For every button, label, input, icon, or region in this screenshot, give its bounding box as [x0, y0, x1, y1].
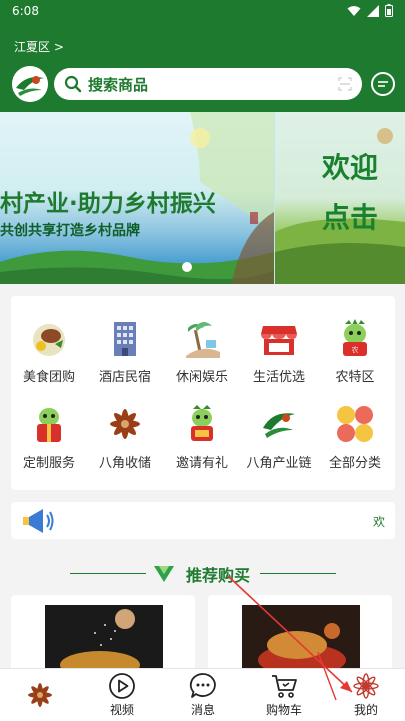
shop-icon	[261, 326, 297, 355]
category-anise-storage[interactable]: 八角收储	[87, 404, 163, 471]
title-divider-left	[70, 573, 146, 574]
app-header: 6:08 江夏区 > 搜索商品	[0, 0, 405, 112]
tab-label: 视频	[109, 703, 134, 717]
tab-home[interactable]	[10, 669, 70, 721]
section-title: 推荐购买	[186, 566, 251, 585]
category-custom-service[interactable]: 定制服务	[11, 404, 87, 471]
battery-icon	[385, 4, 393, 17]
tab-profile[interactable]: 我的	[336, 669, 396, 721]
chat-icon	[189, 673, 216, 698]
product-card[interactable]	[208, 595, 392, 675]
product-image	[242, 605, 360, 675]
product-image	[45, 605, 163, 675]
home-anise-icon	[28, 683, 52, 707]
category-label: 生活优选	[252, 370, 305, 385]
search-bar[interactable]: 搜索商品	[54, 68, 362, 100]
tab-messages[interactable]: 消息	[173, 669, 233, 721]
location-selector[interactable]: 江夏区 >	[14, 38, 64, 55]
cart-icon	[272, 675, 297, 698]
all-categories-icon	[337, 406, 373, 442]
category-farm-products[interactable]: 农 农特区	[317, 318, 393, 385]
search-placeholder: 搜索商品	[88, 75, 149, 94]
tab-cart[interactable]: 购物车	[254, 669, 314, 721]
status-bar: 6:08	[0, 0, 405, 26]
category-grid: 美食团购 酒店民宿 休闲娱乐 生活优选 农 农特区 定制服务 八角收储 邀请有礼…	[11, 296, 395, 490]
category-label: 酒店民宿	[98, 370, 151, 385]
verified-v-icon	[154, 566, 174, 582]
notice-bar[interactable]: 欢	[11, 502, 395, 539]
banner-slogan-main: 村产业·助力乡村振兴	[0, 191, 216, 217]
recommended-section-header: 推荐购买	[0, 560, 405, 586]
category-anise-industry[interactable]: 八角产业链	[241, 404, 317, 471]
svg-text:农: 农	[352, 345, 359, 354]
notice-text: 欢	[372, 515, 385, 529]
mascot-invite-icon	[191, 405, 213, 441]
category-hotel[interactable]: 酒店民宿	[87, 318, 163, 385]
category-label: 农特区	[335, 370, 375, 385]
megaphone-icon	[23, 509, 54, 533]
profile-anise-icon	[353, 673, 379, 699]
banner-slogan-sub: 共创共享打造乡村品牌	[0, 223, 140, 239]
message-button[interactable]	[371, 72, 395, 96]
wifi-icon	[347, 5, 361, 16]
category-leisure[interactable]: 休闲娱乐	[164, 318, 240, 385]
category-label: 定制服务	[22, 456, 75, 471]
category-invite[interactable]: 邀请有礼	[164, 404, 240, 471]
carousel-dot-active	[182, 262, 192, 272]
category-food[interactable]: 美食团购	[11, 318, 87, 385]
mascot-icon: 农	[343, 319, 367, 356]
mascot-gift-icon	[37, 408, 61, 442]
category-label: 全部分类	[328, 456, 381, 471]
title-divider-right	[260, 573, 336, 574]
product-card[interactable]	[11, 595, 195, 675]
status-time: 6:08	[12, 4, 39, 18]
tab-label: 我的	[353, 703, 378, 717]
tab-label: 购物车	[265, 703, 302, 717]
banner-next-title-line2: 点击	[322, 201, 379, 234]
scan-icon[interactable]	[338, 77, 352, 91]
chat-lines-icon	[378, 81, 388, 87]
tab-video[interactable]: 视频	[92, 669, 152, 721]
food-icon	[33, 324, 65, 356]
leisure-icon	[186, 322, 220, 358]
star-anise-icon	[110, 409, 140, 439]
app-logo	[12, 66, 48, 102]
category-label: 休闲娱乐	[175, 370, 228, 385]
search-icon	[64, 75, 82, 93]
carousel-indicator	[182, 262, 192, 272]
banner-slide-current[interactable]: 村产业·助力乡村振兴 共创共享打造乡村品牌	[0, 112, 274, 284]
industry-logo-icon	[261, 406, 297, 442]
category-label: 八角收储	[98, 456, 151, 471]
category-label: 八角产业链	[246, 456, 312, 471]
system-icons	[347, 4, 393, 17]
hotel-icon	[114, 322, 136, 356]
banner-next-title-line1: 欢迎	[322, 151, 379, 184]
banner-carousel[interactable]: 村产业·助力乡村振兴 共创共享打造乡村品牌 欢迎 点击	[0, 112, 405, 284]
bottom-tab-bar: 视频 消息 购物车 我的	[0, 668, 405, 721]
play-icon	[109, 673, 135, 699]
category-shop[interactable]: 生活优选	[241, 318, 317, 385]
category-label: 邀请有礼	[175, 456, 228, 471]
category-label: 美食团购	[22, 370, 75, 385]
tab-label: 消息	[190, 703, 215, 717]
category-all[interactable]: 全部分类	[317, 404, 393, 471]
signal-icon	[367, 4, 379, 17]
